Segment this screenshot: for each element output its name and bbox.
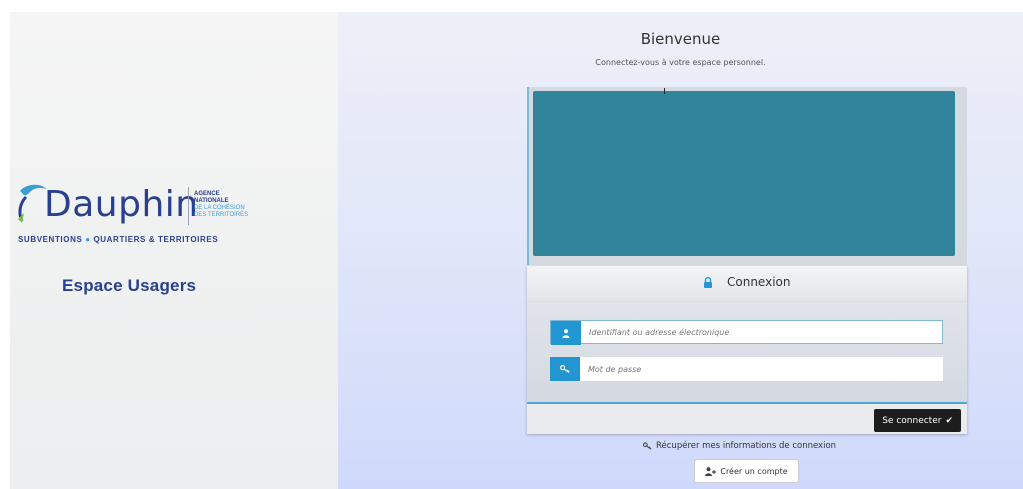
password-addon xyxy=(550,357,580,381)
password-input[interactable] xyxy=(580,357,943,381)
password-field xyxy=(550,357,943,381)
brand-name: Dauphin xyxy=(44,184,199,225)
login-card-footer: Se connecter ✔ xyxy=(527,402,967,434)
login-title: Connexion xyxy=(727,275,791,289)
agency-line-1: AGENCE xyxy=(194,191,220,197)
username-input[interactable] xyxy=(581,321,942,343)
logo-divider xyxy=(188,187,189,225)
agency-name: AGENCE NATIONALE DE LA COHÉSION DES TERR… xyxy=(194,191,248,219)
create-account-button[interactable]: Créer un compte xyxy=(694,459,799,483)
add-user-icon xyxy=(705,466,717,476)
agency-line-2: NATIONALE xyxy=(194,198,229,204)
login-card: Connexion Se connecter ✔ xyxy=(527,266,967,434)
agency-line-3: DE LA COHÉSION xyxy=(194,205,245,211)
key-icon xyxy=(560,365,570,373)
username-field xyxy=(550,320,943,345)
login-form xyxy=(527,302,967,402)
dauphin-logo: Dauphin AGENCE NATIONALE DE LA COHÉSION … xyxy=(16,183,266,253)
welcome-title: Bienvenue xyxy=(640,30,721,48)
username-addon xyxy=(551,321,581,345)
agency-line-4: DES TERRITOIRES xyxy=(194,212,249,218)
space-title: Espace Usagers xyxy=(62,276,197,295)
login-button[interactable]: Se connecter ✔ xyxy=(874,409,961,432)
lock-icon xyxy=(704,277,712,288)
recover-link[interactable]: Récupérer mes informations de connexion xyxy=(643,441,836,451)
login-button-label: Se connecter xyxy=(882,415,942,426)
welcome-subtitle: Connectez-vous à votre espace personnel. xyxy=(595,58,766,67)
create-account-label: Créer un compte xyxy=(720,466,788,476)
banner-image xyxy=(533,91,955,256)
text-cursor xyxy=(664,88,665,94)
user-icon xyxy=(562,328,570,338)
recover-link-label: Récupérer mes informations de connexion xyxy=(656,441,837,451)
login-card-header: Connexion xyxy=(527,266,967,302)
key-icon xyxy=(643,442,652,450)
brand-tagline: SUBVENTIONS ● QUARTIERS & TERRITOIRES xyxy=(18,235,218,244)
tagline-left: SUBVENTIONS xyxy=(18,235,83,244)
check-icon: ✔ xyxy=(945,415,953,426)
tagline-right: QUARTIERS & TERRITOIRES xyxy=(93,235,219,244)
